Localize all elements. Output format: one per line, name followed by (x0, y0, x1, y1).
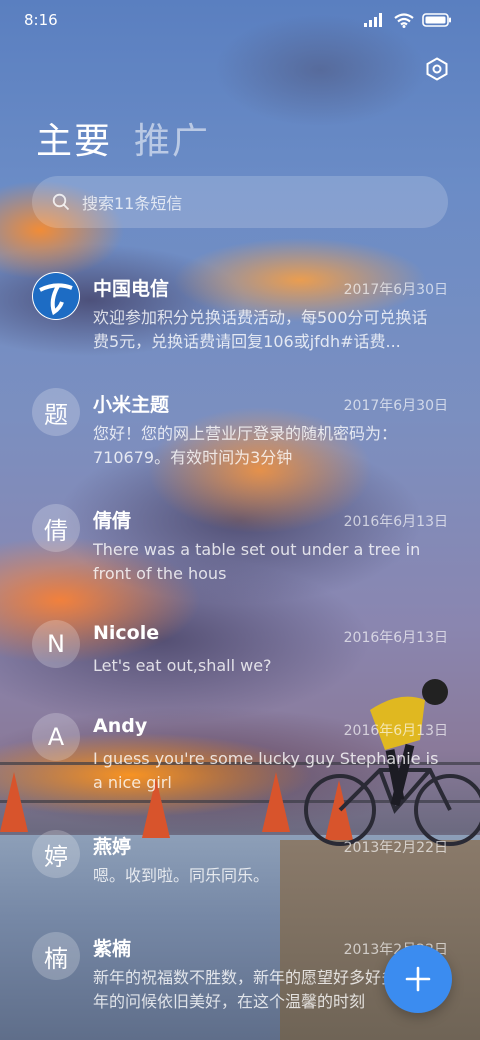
conversation-item[interactable]: 倩 倩倩 2016年6月13日 There was a table set ou… (0, 494, 480, 604)
avatar: 婷 (32, 830, 80, 878)
status-bar: 8:16 (0, 0, 480, 40)
conversation-item[interactable]: 题 小米主题 2017年6月30日 您好！您的网上营业厅登录的随机密码为：710… (0, 378, 480, 488)
contact-name: 倩倩 (93, 510, 132, 532)
message-date: 2016年6月13日 (343, 514, 448, 530)
message-preview: 嗯。收到啦。同乐同乐。 (93, 866, 270, 885)
message-date: 2016年6月13日 (343, 723, 448, 739)
contact-name: 燕婷 (93, 836, 132, 858)
plus-icon (405, 966, 431, 992)
signal-icon (364, 13, 382, 27)
avatar: 楠 (32, 932, 80, 980)
contact-name: 小米主题 (93, 394, 170, 416)
status-time: 8:16 (24, 11, 58, 29)
settings-button[interactable] (424, 56, 450, 82)
message-date: 2016年6月13日 (343, 630, 448, 646)
message-preview: I guess you're some lucky guy Stephanie … (93, 749, 439, 792)
conversation-item[interactable]: A Andy 2016年6月13日 I guess you're some lu… (0, 703, 480, 813)
contact-name: 紫楠 (93, 938, 132, 960)
avatar: 倩 (32, 504, 80, 552)
conversation-item[interactable]: 中国电信 2017年6月30日 欢迎参加积分兑换话费活动，每500分可兑换话费5… (0, 262, 480, 372)
settings-hexagon-icon (426, 57, 448, 81)
battery-icon (422, 13, 451, 27)
message-preview: 欢迎参加积分兑换话费活动，每500分可兑换话费5元，兑换话费请回复106或jfd… (93, 308, 428, 351)
avatar: 题 (32, 388, 80, 436)
avatar (32, 272, 80, 320)
message-tabs: 主要 推广 (36, 112, 210, 164)
search-icon (52, 193, 70, 211)
message-date: 2013年2月22日 (343, 840, 448, 856)
message-preview: Let's eat out,shall we? (93, 656, 272, 675)
search-bar[interactable]: 搜索11条短信 (32, 176, 448, 228)
tab-promotions[interactable]: 推广 (134, 112, 210, 164)
avatar: A (32, 713, 80, 761)
contact-name: Nicole (93, 622, 160, 644)
message-date: 2017年6月30日 (343, 282, 448, 298)
status-icons (364, 12, 452, 28)
wifi-icon (394, 12, 414, 28)
message-preview: There was a table set out under a tree i… (93, 540, 421, 583)
contact-name: 中国电信 (93, 278, 170, 300)
tab-primary[interactable]: 主要 (36, 112, 112, 164)
search-placeholder: 搜索11条短信 (82, 194, 183, 213)
contact-name: Andy (93, 715, 148, 737)
china-telecom-logo-icon (33, 273, 79, 319)
message-date: 2017年6月30日 (343, 398, 448, 414)
conversation-item[interactable]: 婷 燕婷 2013年2月22日 嗯。收到啦。同乐同乐。 (0, 820, 480, 930)
avatar: N (32, 620, 80, 668)
new-message-button[interactable] (384, 945, 452, 1013)
message-preview: 您好！您的网上营业厅登录的随机密码为：710679。有效时间为3分钟 (93, 424, 398, 467)
